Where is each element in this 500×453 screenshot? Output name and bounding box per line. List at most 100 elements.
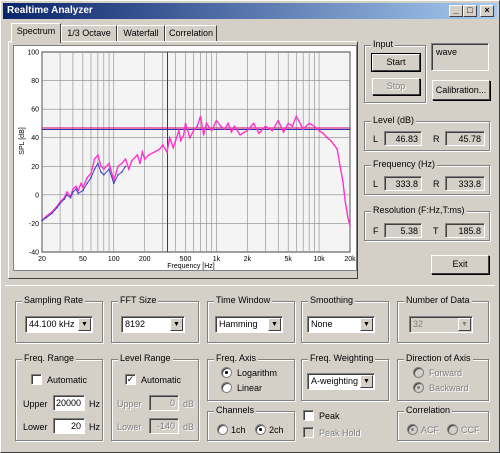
freq-range-label: Freq. Range: [22, 353, 77, 363]
sampling-rate-value: 44.100 kHz: [29, 319, 75, 329]
correlation-ccf-label: CCF: [461, 425, 480, 435]
direction-forward-radio[interactable]: [413, 367, 424, 378]
freq-range-automatic-checkbox[interactable]: [31, 374, 42, 385]
number-of-data-select[interactable]: 32 ▼: [409, 316, 473, 333]
spectrum-data-point: [258, 132, 260, 135]
y-tick-label: 100: [27, 50, 39, 57]
level-range-upper-label: Upper: [117, 399, 142, 409]
direction-backward-radio[interactable]: [413, 382, 424, 393]
level-range-upper-unit: dB: [183, 399, 195, 409]
freq-weighting-label: Freq. Weighting: [308, 353, 376, 363]
level-range-label: Level Range: [118, 353, 173, 363]
tab-spectrum[interactable]: Spectrum: [11, 23, 61, 43]
resolution-t-value: 185.8: [445, 223, 485, 238]
spectrum-data-point: [295, 115, 298, 118]
spectrum-data-point: [341, 179, 344, 182]
spectrum-data-point: [131, 159, 133, 162]
spectrum-data-point: [75, 188, 77, 190]
spectrum-data-point: [184, 122, 187, 125]
correlation-ccf-radio[interactable]: [447, 424, 458, 435]
time-window-select[interactable]: Hamming ▼: [215, 316, 283, 333]
channel-1ch-radio[interactable]: [217, 424, 228, 435]
spectrum-data-point: [277, 119, 280, 122]
spectrum-data-point: [108, 162, 110, 165]
spectrum-data-point: [75, 185, 77, 188]
freq-range-automatic-label: Automatic: [47, 375, 88, 385]
spectrum-data-point: [127, 168, 130, 170]
spectrum-data-point: [148, 154, 150, 156]
exit-button[interactable]: Exit: [431, 255, 489, 274]
x-tick-label: 200: [139, 256, 151, 263]
fft-size-select[interactable]: 8192 ▼: [121, 316, 185, 333]
spectrum-data-point: [239, 134, 241, 136]
level-r-value: 45.78: [445, 131, 485, 146]
separator: [5, 285, 495, 286]
fft-size-value: 8192: [125, 319, 146, 329]
spectrum-data-point: [282, 131, 285, 133]
freq-axis-linear-radio[interactable]: [221, 382, 232, 393]
stop-button[interactable]: Stop: [372, 78, 420, 95]
spectrum-data-point: [246, 129, 249, 132]
tab-third-octave[interactable]: 1/3 Octave: [61, 25, 117, 42]
spectrum-data-point: [45, 216, 48, 219]
spectrum-data-point: [112, 182, 115, 185]
chevron-down-icon: ▼: [78, 318, 91, 331]
sampling-rate-select[interactable]: 44.100 kHz ▼: [25, 316, 93, 333]
direction-label: Direction of Axis: [404, 353, 473, 363]
minimize-button[interactable]: _: [449, 5, 463, 17]
tab-correlation[interactable]: Correlation: [165, 25, 217, 42]
level-range-automatic-checkbox[interactable]: ✓: [125, 374, 136, 385]
spectrum-data-point: [82, 189, 84, 192]
peak-checkbox[interactable]: [303, 410, 314, 421]
spectrum-chart: 100806040200-20-4020 50 100 200 500 1k 2k 5k 10k…: [19, 50, 356, 271]
spectrum-data-point: [121, 162, 123, 165]
freq-range-upper-input[interactable]: 20000: [53, 395, 85, 411]
channel-2ch-label: 2ch: [269, 425, 284, 435]
spectrum-data-point: [199, 115, 202, 118]
spectrum-data-point: [287, 122, 289, 125]
spectrum-data-point: [219, 125, 222, 128]
spectrum-data-point: [166, 151, 168, 153]
chevron-down-icon: ▼: [458, 318, 471, 331]
freq-range-lower-input[interactable]: 20: [53, 418, 85, 434]
close-button[interactable]: ×: [480, 5, 494, 17]
level-range-lower-label: Lower: [117, 422, 142, 432]
spectrum-data-point: [291, 125, 294, 128]
spectrum-data-point: [59, 202, 61, 205]
freq-axis-log-radio[interactable]: [221, 367, 232, 378]
spectrum-data-point: [196, 125, 199, 128]
spectrum-data-point: [97, 154, 99, 156]
spectrum-data-point: [318, 129, 320, 132]
smoothing-select[interactable]: None ▼: [307, 316, 375, 333]
spectrum-data-point: [336, 148, 338, 150]
spectrum-data-point: [174, 139, 177, 142]
tab-waterfall[interactable]: Waterfall: [117, 25, 165, 42]
frequency-r-label: R: [433, 179, 440, 189]
spectrum-data-point: [121, 171, 123, 173]
x-tick-label: 2k: [244, 256, 252, 263]
level-range-lower-input[interactable]: -140: [149, 418, 179, 434]
freq-axis-group: Freq. Axis: [207, 353, 295, 401]
spectrum-data-point: [90, 176, 92, 179]
channel-2ch-radio[interactable]: [255, 424, 266, 435]
peak-hold-checkbox[interactable]: [303, 427, 314, 438]
spectrum-data-point: [210, 129, 213, 132]
spectrum-data-point: [82, 186, 84, 189]
spectrum-data-point: [158, 148, 161, 150]
level-range-upper-input[interactable]: 0: [149, 395, 179, 411]
spectrum-data-point: [117, 174, 119, 176]
spectrum-data-point: [97, 162, 99, 165]
spectrum-data-point: [124, 158, 127, 160]
chevron-down-icon: ▼: [360, 318, 373, 331]
start-button[interactable]: Start: [371, 53, 421, 72]
correlation-acf-radio[interactable]: [407, 424, 418, 435]
spectrum-data-point: [117, 165, 119, 168]
spectrum-data-point: [56, 206, 58, 209]
freq-weighting-select[interactable]: A-weighting ▼: [307, 373, 375, 390]
calibration-button[interactable]: Calibration...: [432, 80, 490, 100]
spectrum-data-point: [346, 215, 349, 218]
spectrum-data-point: [339, 165, 341, 168]
resolution-f-value: 5.38: [384, 223, 422, 238]
maximize-button[interactable]: □: [463, 5, 477, 17]
y-axis-label: SPL [dB]: [19, 127, 26, 154]
